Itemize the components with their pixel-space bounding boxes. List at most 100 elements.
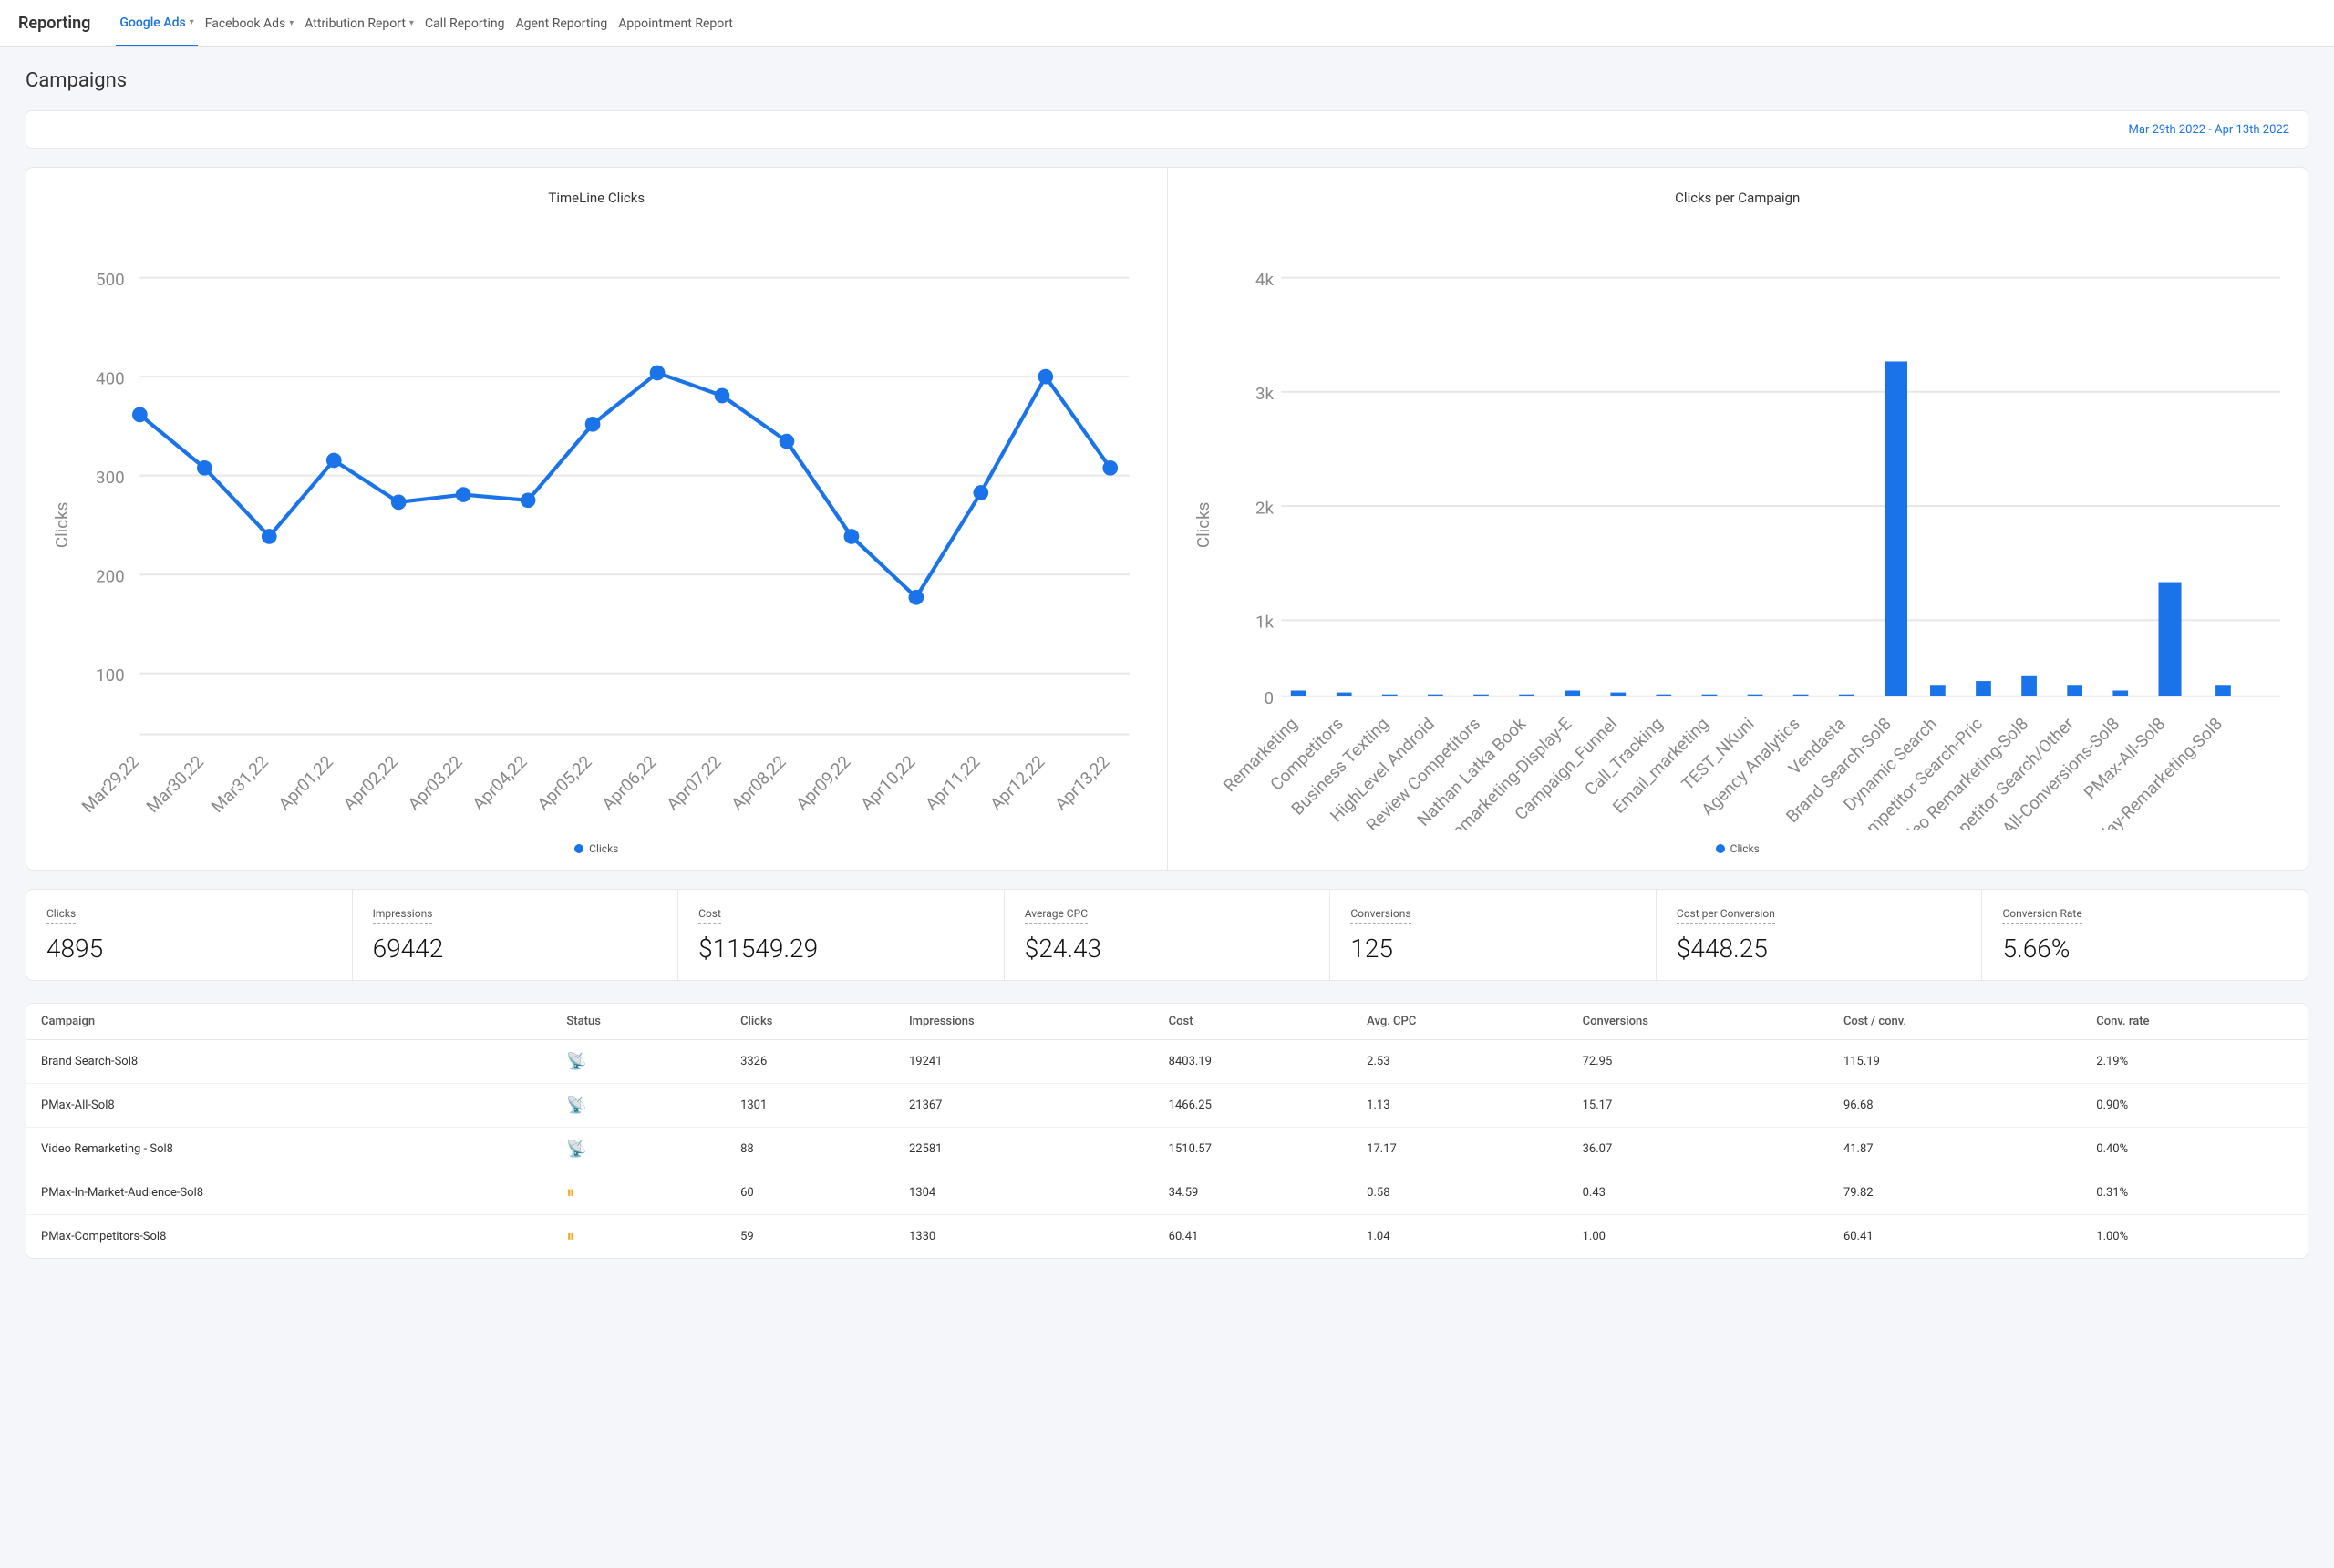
status-paused-icon: ⏸: [566, 1183, 574, 1202]
stat-card-impressions: Impressions 69442: [353, 890, 679, 980]
svg-text:500: 500: [96, 270, 125, 290]
cell-campaign: Video Remarketing - Sol8: [26, 1127, 552, 1171]
table-row[interactable]: PMax-All-Sol8 📡 1301 21367 1466.25 1.13 …: [26, 1083, 2308, 1127]
stat-card-avg-cpc: Average CPC $24.43: [1005, 890, 1331, 980]
svg-text:1k: 1k: [1255, 613, 1274, 633]
cell-cost: 34.59: [1154, 1171, 1353, 1214]
stat-card-cost-per-conversion: Cost per Conversion $448.25: [1657, 890, 1983, 980]
col-header-cost[interactable]: Cost: [1154, 1004, 1353, 1040]
page-title: Campaigns: [26, 69, 2308, 92]
col-header-avg--cpc[interactable]: Avg. CPC: [1352, 1004, 1567, 1040]
cell-impressions: 22581: [894, 1127, 1154, 1171]
stat-value-clicks: 4895: [46, 934, 332, 964]
cell-conversions: 1.00: [1568, 1214, 1829, 1258]
stat-value-conversions: 125: [1350, 934, 1636, 964]
table-row[interactable]: PMax-In-Market-Audience-Sol8 ⏸ 60 1304 3…: [26, 1171, 2308, 1214]
table-row[interactable]: Brand Search-Sol8 📡 3326 19241 8403.19 2…: [26, 1039, 2308, 1083]
cell-conversions: 36.07: [1568, 1127, 1829, 1171]
col-header-clicks[interactable]: Clicks: [726, 1004, 894, 1040]
svg-text:3k: 3k: [1255, 384, 1274, 404]
cell-cost-conv: 60.41: [1829, 1214, 2081, 1258]
cell-campaign: PMax-All-Sol8: [26, 1083, 552, 1127]
table-row[interactable]: PMax-Competitors-Sol8 ⏸ 59 1330 60.41 1.…: [26, 1214, 2308, 1258]
campaign-chart-title: Clicks per Campaign: [1186, 190, 2290, 206]
cell-campaign: PMax-In-Market-Audience-Sol8: [26, 1171, 552, 1214]
chevron-down-icon: ▾: [190, 17, 194, 27]
date-bar[interactable]: Mar 29th 2022 - Apr 13th 2022: [26, 110, 2308, 149]
svg-text:100: 100: [96, 665, 125, 686]
stat-label-conversions: Conversions: [1350, 907, 1410, 924]
timeline-chart-title: TimeLine Clicks: [45, 190, 1149, 206]
campaign-chart-panel: Clicks per Campaign 4k 3k 2k 1k 0: [1167, 168, 2308, 870]
cell-avg-cpc: 17.17: [1352, 1127, 1567, 1171]
stat-card-cost: Cost $11549.29: [678, 890, 1005, 980]
stat-value-avg-cpc: $24.43: [1025, 934, 1310, 964]
cell-clicks: 1301: [726, 1083, 894, 1127]
col-header-status[interactable]: Status: [552, 1004, 726, 1040]
cell-impressions: 19241: [894, 1039, 1154, 1083]
svg-text:Apr04,22: Apr04,22: [469, 752, 532, 815]
nav-item-attribution-report[interactable]: Attribution Report▾: [301, 0, 418, 46]
stat-label-impressions: Impressions: [373, 907, 433, 924]
cell-conv-rate: 0.90%: [2081, 1083, 2308, 1127]
nav-item-facebook-ads[interactable]: Facebook Ads▾: [201, 0, 298, 46]
svg-text:Apr12,22: Apr12,22: [986, 752, 1049, 815]
col-header-impressions[interactable]: Impressions: [894, 1004, 1154, 1040]
cell-avg-cpc: 1.13: [1352, 1083, 1567, 1127]
stat-card-conversion-rate: Conversion Rate 5.66%: [1982, 890, 2308, 980]
svg-text:Apr10,22: Apr10,22: [857, 752, 920, 815]
timeline-legend: Clicks: [45, 842, 1149, 855]
svg-text:Apr02,22: Apr02,22: [339, 752, 402, 815]
stat-card-conversions: Conversions 125: [1330, 890, 1657, 980]
nav-items: Google Ads▾Facebook Ads▾Attribution Repo…: [116, 0, 737, 46]
svg-text:Apr11,22: Apr11,22: [922, 752, 985, 815]
stat-value-conversion-rate: 5.66%: [2002, 934, 2288, 964]
chevron-down-icon: ▾: [289, 18, 294, 28]
svg-text:Clicks: Clicks: [52, 502, 72, 548]
svg-text:0: 0: [1264, 688, 1274, 708]
cell-avg-cpc: 1.04: [1352, 1214, 1567, 1258]
svg-text:Apr08,22: Apr08,22: [728, 752, 790, 815]
cell-cost-conv: 79.82: [1829, 1171, 2081, 1214]
cell-campaign: Brand Search-Sol8: [26, 1039, 552, 1083]
cell-impressions: 1304: [894, 1171, 1154, 1214]
stat-value-cost: $11549.29: [698, 934, 984, 964]
cell-cost: 1466.25: [1154, 1083, 1353, 1127]
svg-text:200: 200: [96, 567, 125, 587]
cell-cost-conv: 115.19: [1829, 1039, 2081, 1083]
svg-text:2k: 2k: [1255, 498, 1274, 518]
cell-conv-rate: 0.40%: [2081, 1127, 2308, 1171]
col-header-campaign[interactable]: Campaign: [26, 1004, 552, 1040]
date-range[interactable]: Mar 29th 2022 - Apr 13th 2022: [2129, 123, 2289, 137]
campaign-legend-dot: [1716, 844, 1725, 853]
table-body: Brand Search-Sol8 📡 3326 19241 8403.19 2…: [26, 1039, 2308, 1258]
svg-text:Apr13,22: Apr13,22: [1051, 752, 1114, 815]
cell-status: 📡: [552, 1083, 726, 1127]
table-header: CampaignStatusClicksImpressionsCostAvg. …: [26, 1004, 2308, 1040]
nav-item-appointment-report[interactable]: Appointment Report: [614, 0, 737, 46]
timeline-chart-wrap: 500 400 300 200 100 Clicks: [45, 221, 1149, 833]
stats-row: Clicks 4895 Impressions 69442 Cost $1154…: [26, 889, 2308, 981]
table-row[interactable]: Video Remarketing - Sol8 📡 88 22581 1510…: [26, 1127, 2308, 1171]
col-header-conversions[interactable]: Conversions: [1568, 1004, 1829, 1040]
svg-text:Apr01,22: Apr01,22: [274, 752, 337, 815]
stat-label-cost-per-conversion: Cost per Conversion: [1677, 907, 1775, 924]
data-table-wrap: CampaignStatusClicksImpressionsCostAvg. …: [26, 1003, 2308, 1259]
nav-item-agent-reporting[interactable]: Agent Reporting: [512, 0, 612, 46]
col-header-cost---conv-[interactable]: Cost / conv.: [1829, 1004, 2081, 1040]
svg-text:Mar30,22: Mar30,22: [143, 752, 208, 817]
cell-clicks: 60: [726, 1171, 894, 1214]
nav-item-google-ads[interactable]: Google Ads▾: [116, 0, 197, 46]
cell-impressions: 1330: [894, 1214, 1154, 1258]
cell-conversions: 72.95: [1568, 1039, 1829, 1083]
cell-clicks: 3326: [726, 1039, 894, 1083]
svg-text:Apr05,22: Apr05,22: [533, 752, 596, 815]
cell-impressions: 21367: [894, 1083, 1154, 1127]
status-active-icon: 📡: [566, 1096, 586, 1115]
nav-brand: Reporting: [18, 14, 90, 33]
stat-label-conversion-rate: Conversion Rate: [2002, 907, 2081, 924]
svg-text:Clicks: Clicks: [1193, 502, 1213, 548]
col-header-conv--rate[interactable]: Conv. rate: [2081, 1004, 2308, 1040]
cell-avg-cpc: 0.58: [1352, 1171, 1567, 1214]
nav-item-call-reporting[interactable]: Call Reporting: [421, 0, 509, 46]
